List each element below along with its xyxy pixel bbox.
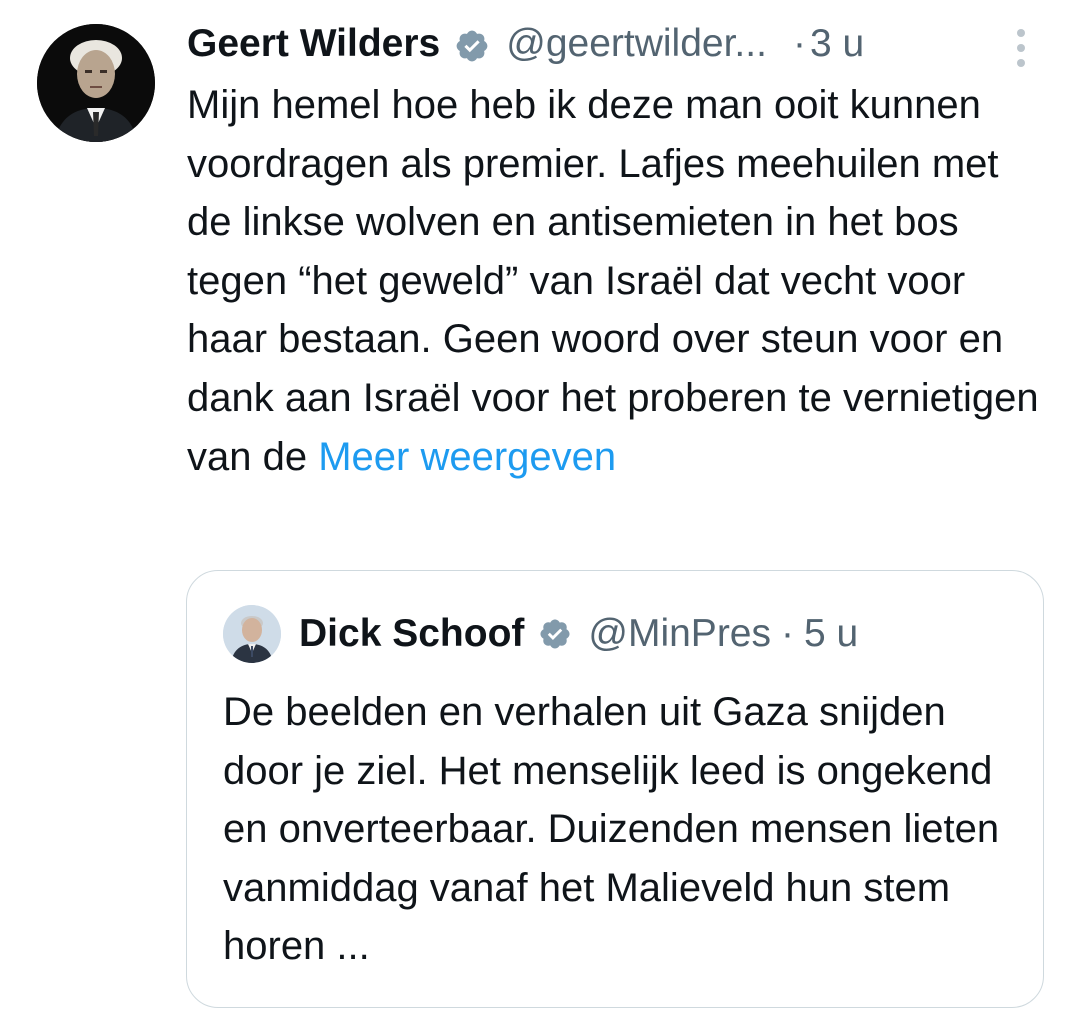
verified-badge-icon xyxy=(538,617,572,651)
quoted-tweet-text: De beelden en verhalen uit Gaza snijden … xyxy=(223,683,1023,976)
author-handle[interactable]: @geertwilder... xyxy=(506,18,767,70)
tweet-timestamp[interactable]: 3 u xyxy=(810,18,864,70)
quoted-author-handle[interactable]: @MinPres xyxy=(588,612,771,656)
tweet-text: Mijn hemel hoe heb ik deze man ooit kunn… xyxy=(187,76,1047,486)
quoted-author-avatar[interactable] xyxy=(223,605,281,663)
author-avatar[interactable] xyxy=(37,24,155,142)
tweet-header: Geert Wilders @geertwilder... · 3 u xyxy=(187,18,1037,70)
more-options-icon[interactable] xyxy=(1008,24,1034,72)
quoted-tweet-timestamp[interactable]: 5 u xyxy=(804,612,858,656)
quoted-tweet-header: Dick Schoof @MinPres · 5 u xyxy=(223,605,858,663)
quoted-tweet-body: De beelden en verhalen uit Gaza snijden … xyxy=(223,690,1000,968)
header-separator: · xyxy=(792,22,806,65)
show-more-link[interactable]: Meer weergeven xyxy=(318,435,616,479)
author-name[interactable]: Geert Wilders xyxy=(187,18,440,70)
verified-badge-icon xyxy=(454,26,490,62)
tweet-body: Mijn hemel hoe heb ik deze man ooit kunn… xyxy=(187,83,1039,479)
quoted-tweet[interactable]: Dick Schoof @MinPres · 5 u De beelden en… xyxy=(186,570,1044,1008)
quoted-header-separator: · xyxy=(781,612,794,655)
tweet[interactable]: Geert Wilders @geertwilder... · 3 u Mijn… xyxy=(0,0,1077,1014)
quoted-author-name[interactable]: Dick Schoof xyxy=(299,612,524,656)
